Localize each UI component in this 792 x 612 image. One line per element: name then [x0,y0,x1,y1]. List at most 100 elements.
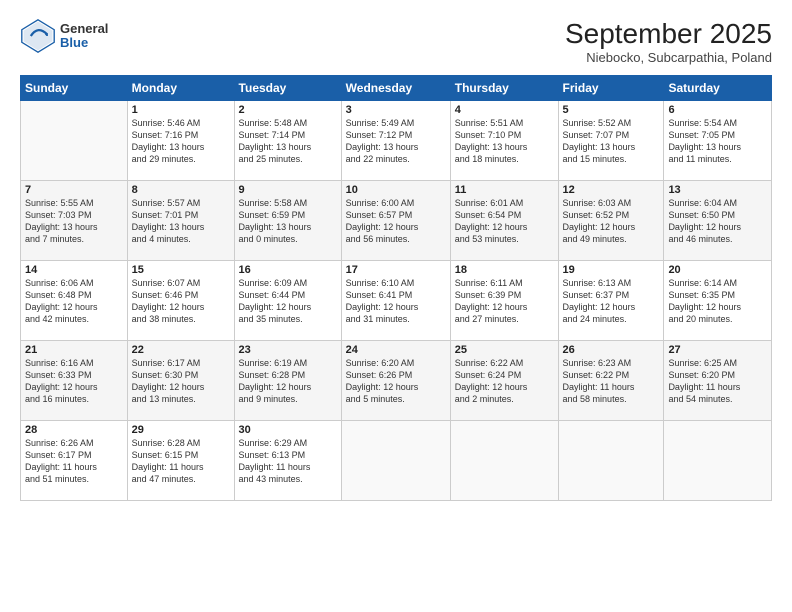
calendar-cell [341,421,450,501]
calendar-cell: 28Sunrise: 6:26 AM Sunset: 6:17 PM Dayli… [21,421,128,501]
calendar-header-thursday: Thursday [450,76,558,101]
location: Niebocko, Subcarpathia, Poland [565,50,772,65]
day-info: Sunrise: 6:28 AM Sunset: 6:15 PM Dayligh… [132,437,230,486]
day-number: 3 [346,104,446,116]
day-info: Sunrise: 5:58 AM Sunset: 6:59 PM Dayligh… [239,197,337,246]
calendar-cell: 15Sunrise: 6:07 AM Sunset: 6:46 PM Dayli… [127,261,234,341]
calendar-header-friday: Friday [558,76,664,101]
day-info: Sunrise: 5:55 AM Sunset: 7:03 PM Dayligh… [25,197,123,246]
day-info: Sunrise: 6:00 AM Sunset: 6:57 PM Dayligh… [346,197,446,246]
logo-general: General [60,22,108,36]
calendar-header-saturday: Saturday [664,76,772,101]
calendar-header-wednesday: Wednesday [341,76,450,101]
day-number: 26 [563,344,660,356]
day-info: Sunrise: 6:22 AM Sunset: 6:24 PM Dayligh… [455,357,554,406]
calendar-cell: 14Sunrise: 6:06 AM Sunset: 6:48 PM Dayli… [21,261,128,341]
day-info: Sunrise: 5:54 AM Sunset: 7:05 PM Dayligh… [668,117,767,166]
calendar-cell: 6Sunrise: 5:54 AM Sunset: 7:05 PM Daylig… [664,101,772,181]
calendar-cell [558,421,664,501]
logo-icon [20,18,56,54]
calendar-week-row: 28Sunrise: 6:26 AM Sunset: 6:17 PM Dayli… [21,421,772,501]
day-number: 25 [455,344,554,356]
calendar-week-row: 7Sunrise: 5:55 AM Sunset: 7:03 PM Daylig… [21,181,772,261]
calendar-cell: 4Sunrise: 5:51 AM Sunset: 7:10 PM Daylig… [450,101,558,181]
day-number: 21 [25,344,123,356]
day-number: 6 [668,104,767,116]
calendar-cell: 13Sunrise: 6:04 AM Sunset: 6:50 PM Dayli… [664,181,772,261]
calendar-cell: 17Sunrise: 6:10 AM Sunset: 6:41 PM Dayli… [341,261,450,341]
calendar-cell: 20Sunrise: 6:14 AM Sunset: 6:35 PM Dayli… [664,261,772,341]
day-number: 24 [346,344,446,356]
day-info: Sunrise: 6:19 AM Sunset: 6:28 PM Dayligh… [239,357,337,406]
calendar-week-row: 14Sunrise: 6:06 AM Sunset: 6:48 PM Dayli… [21,261,772,341]
day-info: Sunrise: 6:14 AM Sunset: 6:35 PM Dayligh… [668,277,767,326]
calendar-cell: 24Sunrise: 6:20 AM Sunset: 6:26 PM Dayli… [341,341,450,421]
day-info: Sunrise: 6:26 AM Sunset: 6:17 PM Dayligh… [25,437,123,486]
day-number: 12 [563,184,660,196]
day-number: 30 [239,424,337,436]
day-number: 2 [239,104,337,116]
day-info: Sunrise: 6:29 AM Sunset: 6:13 PM Dayligh… [239,437,337,486]
day-info: Sunrise: 6:17 AM Sunset: 6:30 PM Dayligh… [132,357,230,406]
day-number: 14 [25,264,123,276]
calendar-cell: 5Sunrise: 5:52 AM Sunset: 7:07 PM Daylig… [558,101,664,181]
calendar-header-row: SundayMondayTuesdayWednesdayThursdayFrid… [21,76,772,101]
day-info: Sunrise: 6:06 AM Sunset: 6:48 PM Dayligh… [25,277,123,326]
logo-text: General Blue [60,22,108,51]
calendar-cell [664,421,772,501]
day-number: 7 [25,184,123,196]
calendar-header-sunday: Sunday [21,76,128,101]
day-info: Sunrise: 6:11 AM Sunset: 6:39 PM Dayligh… [455,277,554,326]
calendar-cell: 7Sunrise: 5:55 AM Sunset: 7:03 PM Daylig… [21,181,128,261]
calendar-cell: 3Sunrise: 5:49 AM Sunset: 7:12 PM Daylig… [341,101,450,181]
calendar-cell: 21Sunrise: 6:16 AM Sunset: 6:33 PM Dayli… [21,341,128,421]
calendar-cell: 25Sunrise: 6:22 AM Sunset: 6:24 PM Dayli… [450,341,558,421]
day-info: Sunrise: 5:57 AM Sunset: 7:01 PM Dayligh… [132,197,230,246]
calendar-cell: 27Sunrise: 6:25 AM Sunset: 6:20 PM Dayli… [664,341,772,421]
day-info: Sunrise: 5:46 AM Sunset: 7:16 PM Dayligh… [132,117,230,166]
calendar-cell [450,421,558,501]
day-info: Sunrise: 6:25 AM Sunset: 6:20 PM Dayligh… [668,357,767,406]
day-number: 18 [455,264,554,276]
logo: General Blue [20,18,108,54]
day-number: 15 [132,264,230,276]
page: General Blue September 2025 Niebocko, Su… [0,0,792,612]
logo-blue: Blue [60,36,108,50]
day-number: 16 [239,264,337,276]
calendar-header-monday: Monday [127,76,234,101]
day-info: Sunrise: 5:49 AM Sunset: 7:12 PM Dayligh… [346,117,446,166]
day-info: Sunrise: 6:16 AM Sunset: 6:33 PM Dayligh… [25,357,123,406]
day-info: Sunrise: 6:09 AM Sunset: 6:44 PM Dayligh… [239,277,337,326]
calendar-cell: 1Sunrise: 5:46 AM Sunset: 7:16 PM Daylig… [127,101,234,181]
day-number: 8 [132,184,230,196]
day-info: Sunrise: 6:01 AM Sunset: 6:54 PM Dayligh… [455,197,554,246]
day-number: 11 [455,184,554,196]
calendar-cell: 23Sunrise: 6:19 AM Sunset: 6:28 PM Dayli… [234,341,341,421]
day-number: 17 [346,264,446,276]
calendar-cell: 12Sunrise: 6:03 AM Sunset: 6:52 PM Dayli… [558,181,664,261]
calendar-week-row: 1Sunrise: 5:46 AM Sunset: 7:16 PM Daylig… [21,101,772,181]
day-number: 20 [668,264,767,276]
day-number: 5 [563,104,660,116]
day-number: 29 [132,424,230,436]
day-info: Sunrise: 6:20 AM Sunset: 6:26 PM Dayligh… [346,357,446,406]
header: General Blue September 2025 Niebocko, Su… [20,18,772,65]
calendar-cell: 29Sunrise: 6:28 AM Sunset: 6:15 PM Dayli… [127,421,234,501]
calendar-cell: 26Sunrise: 6:23 AM Sunset: 6:22 PM Dayli… [558,341,664,421]
calendar-cell: 19Sunrise: 6:13 AM Sunset: 6:37 PM Dayli… [558,261,664,341]
calendar-cell: 18Sunrise: 6:11 AM Sunset: 6:39 PM Dayli… [450,261,558,341]
day-info: Sunrise: 6:23 AM Sunset: 6:22 PM Dayligh… [563,357,660,406]
day-number: 28 [25,424,123,436]
calendar-header-tuesday: Tuesday [234,76,341,101]
day-info: Sunrise: 6:13 AM Sunset: 6:37 PM Dayligh… [563,277,660,326]
day-number: 22 [132,344,230,356]
calendar-table: SundayMondayTuesdayWednesdayThursdayFrid… [20,75,772,501]
title-block: September 2025 Niebocko, Subcarpathia, P… [565,18,772,65]
calendar-cell: 11Sunrise: 6:01 AM Sunset: 6:54 PM Dayli… [450,181,558,261]
day-info: Sunrise: 5:48 AM Sunset: 7:14 PM Dayligh… [239,117,337,166]
calendar-cell: 30Sunrise: 6:29 AM Sunset: 6:13 PM Dayli… [234,421,341,501]
day-number: 27 [668,344,767,356]
day-info: Sunrise: 6:07 AM Sunset: 6:46 PM Dayligh… [132,277,230,326]
day-number: 13 [668,184,767,196]
day-number: 4 [455,104,554,116]
